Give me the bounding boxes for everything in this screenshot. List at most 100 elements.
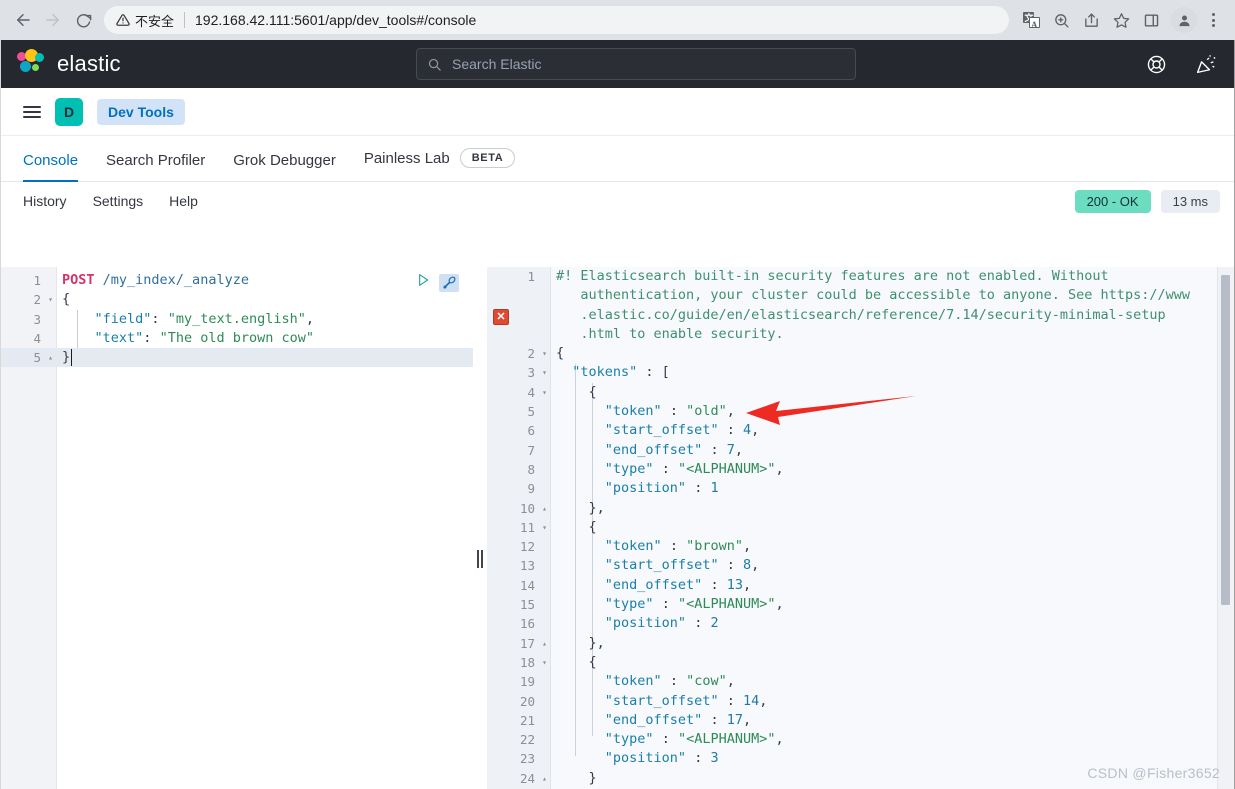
- code-line: 15 "type" : "<ALPHANUM>",: [487, 595, 1234, 614]
- global-search-input[interactable]: Search Elastic: [416, 48, 856, 80]
- request-line-number: 1: [33, 273, 41, 288]
- response-line-number: 3: [527, 365, 535, 381]
- response-code-lines: 1 #! Elasticsearch built-in security feat…: [487, 267, 1234, 789]
- wrench-actions-icon[interactable]: [439, 274, 459, 293]
- tab-search-profiler-label: Search Profiler: [106, 152, 206, 169]
- fold-toggle-icon[interactable]: ▾: [539, 344, 550, 363]
- hamburger-menu-icon[interactable]: [23, 105, 41, 118]
- response-line-number: 14: [519, 577, 535, 593]
- sidepanel-icon[interactable]: [1137, 6, 1165, 34]
- pane-splitter[interactable]: [473, 267, 487, 789]
- profile-avatar-icon[interactable]: [1171, 7, 1197, 33]
- code-line: 21 "end_offset" : 17,: [487, 711, 1234, 730]
- response-line-number: 19: [519, 674, 535, 690]
- response-line-number: 20: [519, 693, 535, 709]
- code-text: "token" : "old",: [604, 403, 735, 420]
- code-line: 22 "type" : "<ALPHANUM>",: [487, 730, 1234, 749]
- code-text: },: [556, 499, 605, 516]
- code-text: {: [62, 291, 71, 308]
- code-text: "start_offset" : 14,: [604, 692, 768, 709]
- code-line: 2 ▾ {: [487, 344, 1234, 363]
- code-text: "start_offset" : 8,: [604, 557, 760, 574]
- settings-button[interactable]: Settings: [93, 193, 144, 209]
- error-x-marker[interactable]: ✕: [493, 309, 509, 325]
- request-line-number: 3: [33, 311, 41, 327]
- help-button[interactable]: Help: [169, 193, 198, 209]
- fold-toggle-icon[interactable]: ▾: [539, 518, 550, 537]
- insecure-warning-icon: [116, 13, 130, 27]
- zoom-icon[interactable]: [1047, 6, 1075, 34]
- code-text: }: [556, 769, 597, 786]
- response-line-number: 6: [527, 423, 535, 439]
- code-text: "end_offset" : 13,: [604, 576, 752, 593]
- request-editor[interactable]: 1 POST /my_index/_analyze 2 ▾ {3 "field": "m…: [1, 267, 473, 789]
- fold-toggle-icon[interactable]: ▴: [539, 499, 550, 518]
- elastic-logo-icon: [17, 49, 47, 79]
- fold-toggle-icon[interactable]: ▴: [45, 348, 56, 367]
- fold-toggle-icon[interactable]: ▴: [539, 634, 550, 653]
- help-ring-icon[interactable]: [1146, 54, 1167, 75]
- request-action-icons: [415, 272, 459, 294]
- splitter-grip-handle[interactable]: [477, 550, 484, 568]
- code-line: 3 ▾ "tokens" : [: [487, 363, 1234, 382]
- elastic-brand[interactable]: elastic: [17, 49, 121, 79]
- code-line: .elastic.co/guide/en/elasticsearch/refer…: [487, 306, 1234, 325]
- dev-tools-tabs: Console Search Profiler Grok Debugger Pa…: [1, 136, 1234, 182]
- response-line-number: 4: [527, 384, 535, 400]
- share-icon[interactable]: [1077, 6, 1105, 34]
- tab-search-profiler[interactable]: Search Profiler: [106, 152, 205, 181]
- code-text: #! Elasticsearch built-in security featu…: [556, 268, 1109, 284]
- page-viewport: elastic Search Elastic D Dev Tools Conso…: [0, 40, 1235, 789]
- reload-button[interactable]: [68, 5, 98, 35]
- response-line-number: 1: [527, 269, 535, 284]
- code-line: 9 "position" : 1: [487, 479, 1234, 498]
- code-text: "type" : "<ALPHANUM>",: [604, 460, 784, 477]
- code-line: .html to enable security.: [487, 325, 1234, 344]
- breadcrumb[interactable]: Dev Tools: [97, 98, 185, 125]
- security-status-text: 不安全: [135, 13, 175, 29]
- response-line-number: 12: [519, 539, 535, 555]
- browser-action-icons: 文 A: [1017, 6, 1227, 34]
- fold-toggle-icon[interactable]: ▾: [539, 653, 550, 672]
- fold-toggle-icon[interactable]: ▴: [539, 769, 550, 788]
- response-line-number: 8: [527, 461, 535, 477]
- tab-console[interactable]: Console: [23, 152, 79, 182]
- fold-toggle-icon[interactable]: ▾: [539, 363, 550, 382]
- code-text: authentication, your cluster could be ac…: [556, 287, 1190, 304]
- code-text: .html to enable security.: [556, 325, 784, 342]
- response-line-number: 16: [519, 616, 535, 632]
- code-text: "field": "my_text.english",: [94, 310, 314, 327]
- response-editor[interactable]: 1 #! Elasticsearch built-in security feat…: [487, 267, 1234, 789]
- translate-icon[interactable]: 文 A: [1017, 6, 1045, 34]
- space-avatar[interactable]: D: [55, 97, 83, 126]
- fold-toggle-icon[interactable]: ▾: [539, 383, 550, 402]
- response-scrollbar-track[interactable]: [1217, 267, 1234, 789]
- tab-painless-lab[interactable]: Painless Lab BETA: [364, 148, 516, 181]
- tab-grok-debugger-label: Grok Debugger: [233, 152, 336, 169]
- code-text: "start_offset" : 4,: [604, 422, 760, 439]
- forward-button[interactable]: [38, 5, 68, 35]
- code-text: {: [556, 345, 565, 362]
- bookmark-star-icon[interactable]: [1107, 6, 1135, 34]
- request-line-number: 2: [33, 292, 41, 308]
- tab-grok-debugger[interactable]: Grok Debugger: [233, 152, 336, 181]
- code-line: 20 "start_offset" : 14,: [487, 692, 1234, 711]
- play-run-icon[interactable]: [415, 272, 431, 294]
- history-button[interactable]: History: [23, 193, 67, 209]
- news-cheer-icon[interactable]: [1195, 54, 1216, 75]
- code-line: 2 ▾ {: [1, 290, 473, 309]
- chrome-menu-icon[interactable]: [1199, 6, 1227, 34]
- code-line: 17 ▴ },: [487, 634, 1234, 653]
- search-placeholder: Search Elastic: [452, 56, 542, 72]
- address-bar[interactable]: 不安全 192.168.42.111:5601/app/dev_tools#/c…: [104, 6, 1009, 34]
- response-line-number: 21: [519, 712, 535, 728]
- fold-toggle-icon[interactable]: ▾: [45, 290, 56, 309]
- back-button[interactable]: [8, 5, 38, 35]
- code-line: 19 "token" : "cow",: [487, 672, 1234, 691]
- code-line: 1 POST /my_index/_analyze: [1, 271, 473, 290]
- url-text: 192.168.42.111:5601/app/dev_tools#/conso…: [195, 12, 477, 28]
- search-icon: [427, 57, 442, 72]
- header-actions: [1146, 54, 1216, 75]
- code-text: "end_offset" : 7,: [604, 441, 743, 458]
- response-scrollbar-thumb[interactable]: [1221, 275, 1230, 605]
